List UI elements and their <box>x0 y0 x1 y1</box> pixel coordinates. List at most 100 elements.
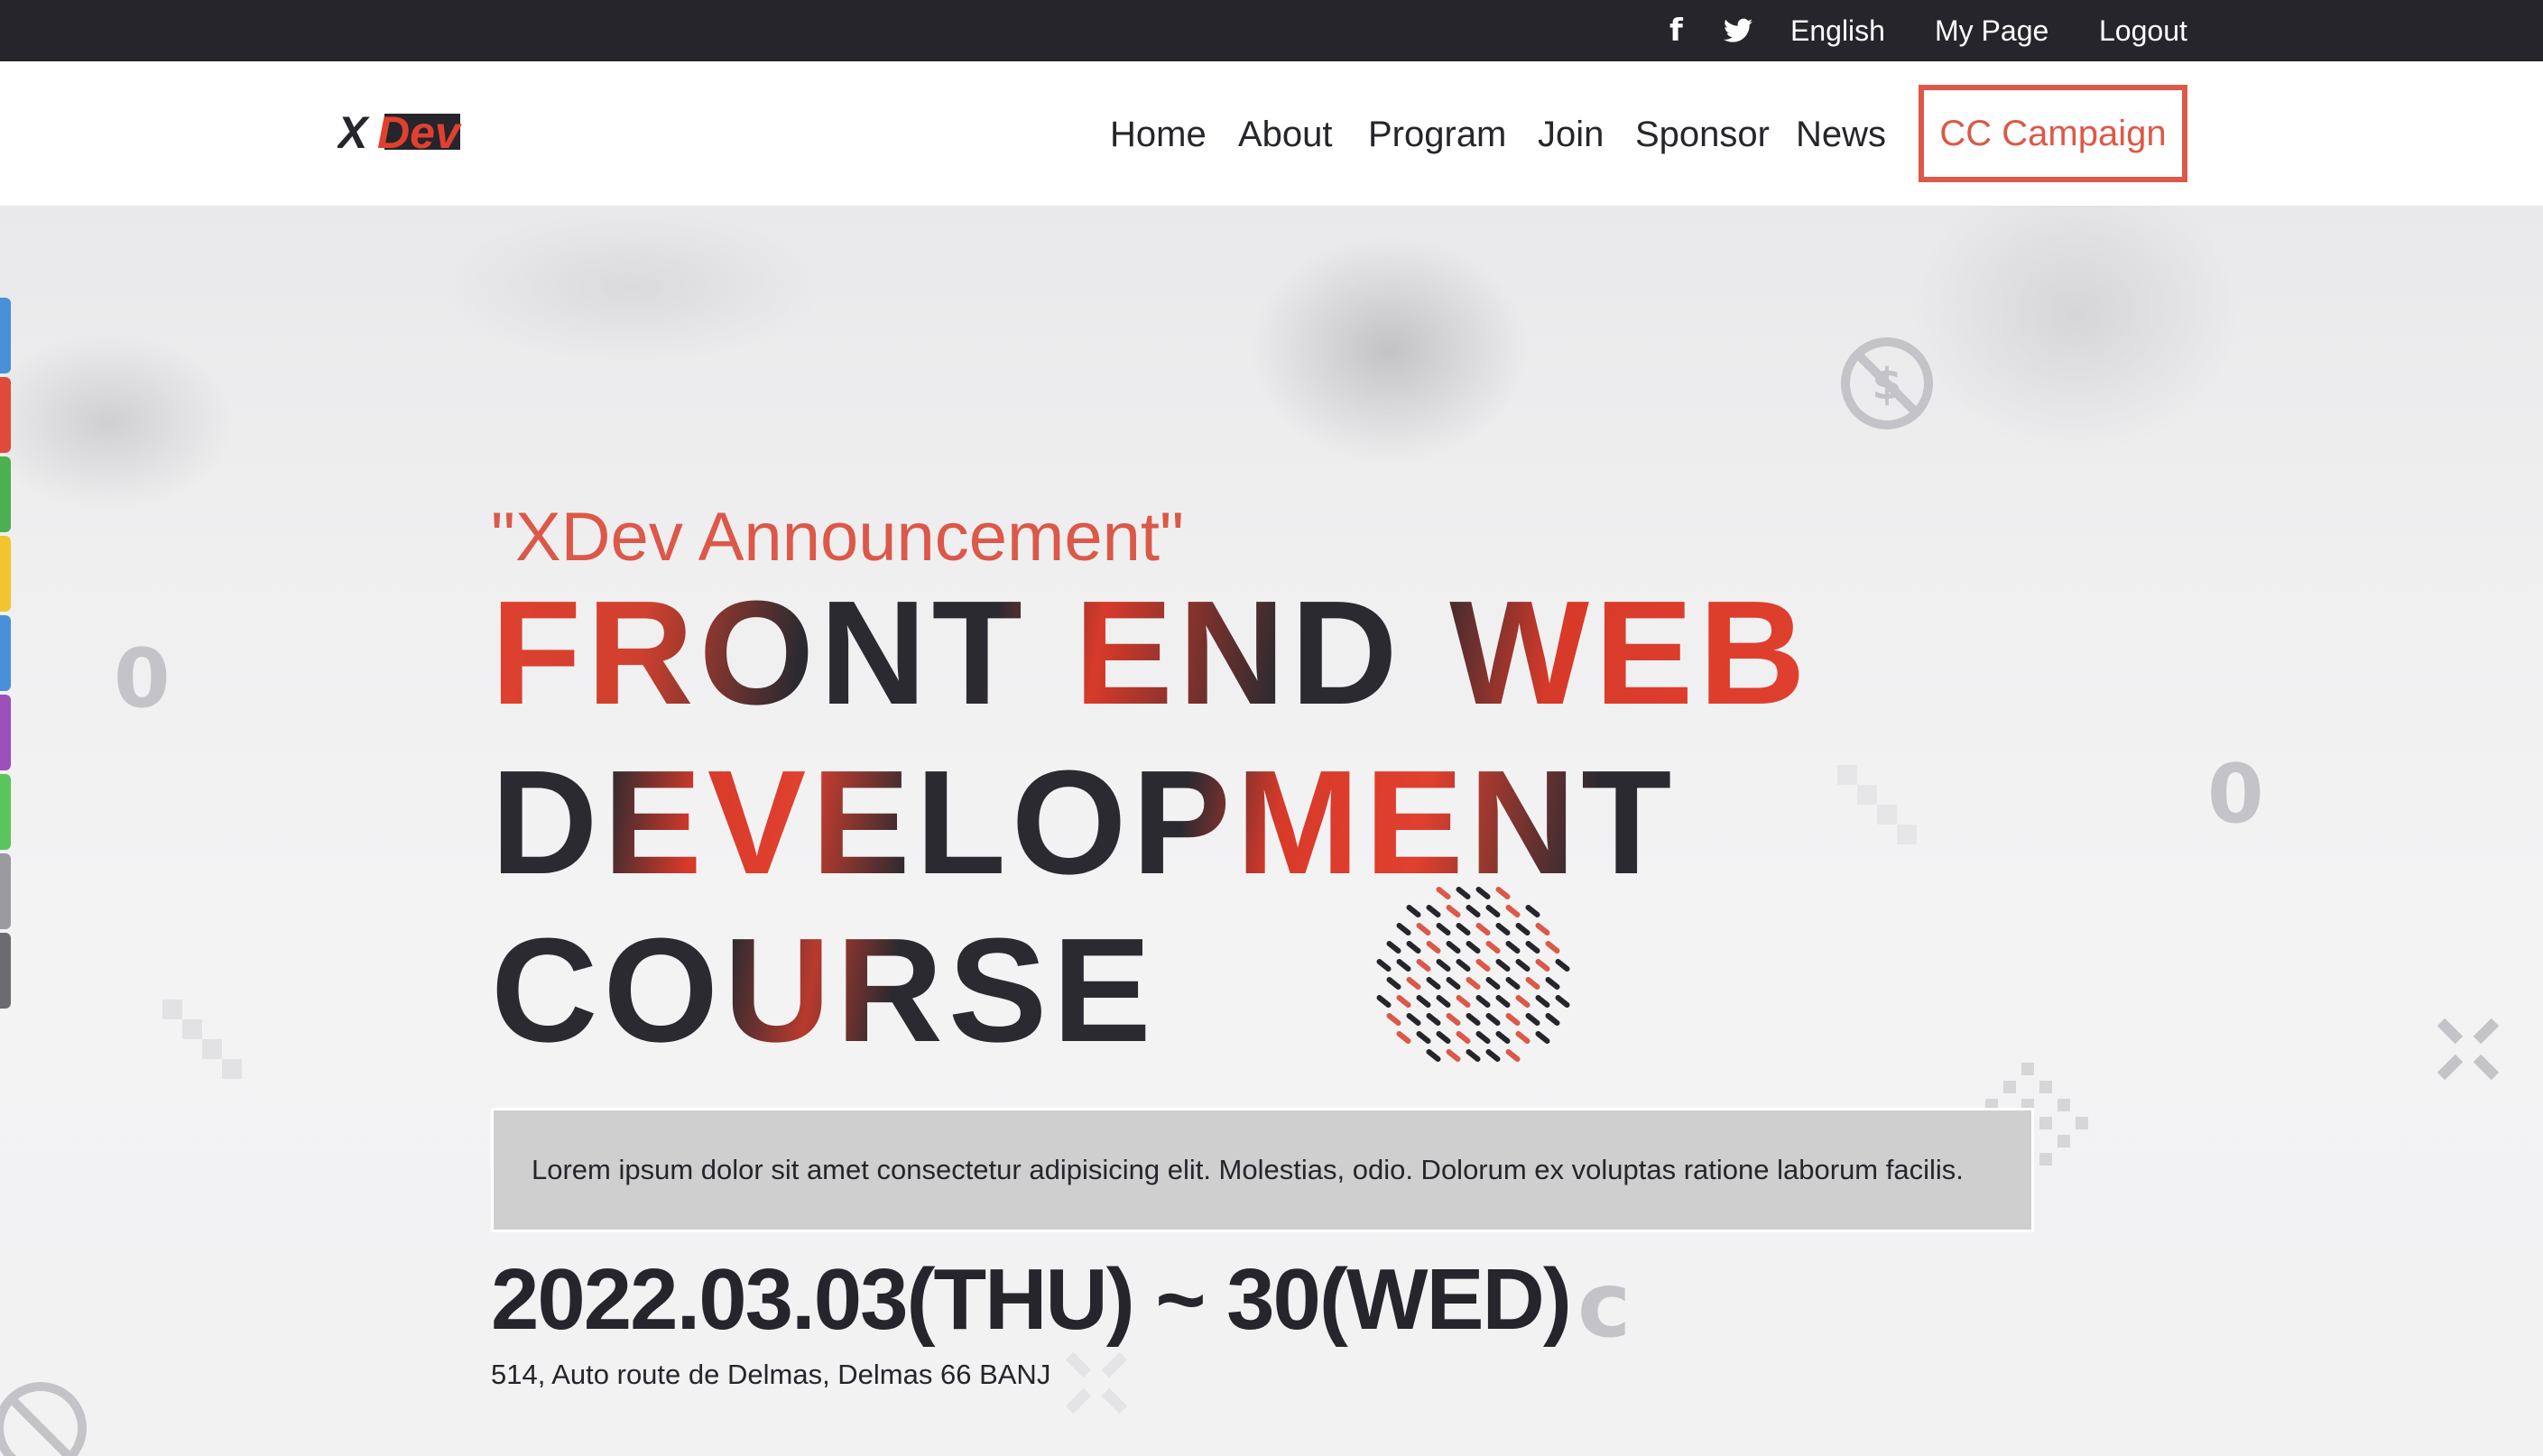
dot-pattern-dash <box>1456 1031 1471 1044</box>
hero-title-line: DEVELOPMENT <box>491 740 1678 905</box>
hero-background-photo <box>0 206 2543 530</box>
dot-pattern-dash <box>1495 923 1511 935</box>
dot-pattern-dash <box>1505 905 1521 917</box>
twitter-icon[interactable] <box>1724 0 1752 61</box>
dot-pattern-dash <box>1485 1013 1501 1026</box>
dot-pattern-dash <box>1505 941 1521 954</box>
dot-pattern-dash <box>1456 995 1471 1008</box>
side-tab[interactable] <box>0 298 11 373</box>
dot-pattern-dash <box>1396 923 1411 935</box>
nav-home[interactable]: Home <box>1110 108 1207 161</box>
nav-news[interactable]: News <box>1796 108 1886 161</box>
svg-text:Dev: Dev <box>377 107 463 157</box>
side-tab[interactable] <box>0 853 11 929</box>
nav-program[interactable]: Program <box>1368 108 1506 161</box>
cc-campaign-button[interactable]: CC Campaign <box>1919 85 2187 182</box>
dot-pattern-dash <box>1456 887 1471 899</box>
dot-pattern-dash <box>1515 959 1530 972</box>
nav-about[interactable]: About <box>1238 108 1333 161</box>
dot-pattern-dash <box>1535 1031 1550 1044</box>
dot-pattern-dash <box>1485 905 1501 917</box>
dot-pattern-dash <box>1466 1049 1481 1062</box>
top-utility-bar: f English My Page Logout <box>0 0 2543 61</box>
dot-pattern-dash <box>1485 977 1501 990</box>
side-tab[interactable] <box>0 615 11 691</box>
dot-pattern-dash <box>1376 959 1392 972</box>
dot-pattern-dash <box>1436 923 1451 935</box>
my-page-link[interactable]: My Page <box>1935 0 2048 61</box>
announcement-label: "XDev Announcement" <box>491 499 1184 576</box>
dot-pattern-dash <box>1525 977 1540 990</box>
dot-pattern-dash <box>1426 905 1441 917</box>
dot-pattern-dash <box>1545 1013 1560 1026</box>
side-tab[interactable] <box>0 377 11 453</box>
side-color-tabs <box>0 298 11 1012</box>
pixel-steps-icon <box>1837 765 1917 844</box>
course-date: 2022.03.03(THU) ~ 30(WED) <box>491 1251 1572 1348</box>
dot-pattern-dash <box>1406 1013 1421 1026</box>
dot-pattern-dash <box>1416 923 1431 935</box>
dot-pattern-dash <box>1446 905 1461 917</box>
dot-pattern-dash <box>1525 1013 1540 1026</box>
dot-pattern-circle-icon <box>1376 887 1570 1062</box>
dot-pattern-dash <box>1416 995 1431 1008</box>
dot-pattern-dash <box>1525 941 1540 954</box>
dot-pattern-dash <box>1535 923 1550 935</box>
dot-pattern-dash <box>1446 1049 1461 1062</box>
dot-pattern-dash <box>1515 1031 1530 1044</box>
dot-pattern-dash <box>1495 995 1511 1008</box>
logout-link[interactable]: Logout <box>2099 0 2187 61</box>
dot-pattern-dash <box>1535 995 1550 1008</box>
dot-pattern-dash <box>1535 959 1550 972</box>
x-mark-icon <box>2437 1018 2500 1081</box>
side-tab[interactable] <box>0 456 11 532</box>
dot-pattern-dash <box>1446 977 1461 990</box>
dot-pattern-dash <box>1485 941 1501 954</box>
side-tab[interactable] <box>0 695 11 770</box>
x-mark-icon <box>1065 1351 1128 1415</box>
dot-pattern-dash <box>1505 1013 1521 1026</box>
hero-title-line: COURSE <box>491 908 1157 1073</box>
dot-pattern-dash <box>1456 923 1471 935</box>
dot-pattern-dash <box>1475 995 1491 1008</box>
dot-pattern-dash <box>1396 1031 1411 1044</box>
dot-pattern-dash <box>1426 977 1441 990</box>
dot-pattern-dash <box>1495 887 1511 899</box>
nav-join[interactable]: Join <box>1538 108 1604 161</box>
hero-title-line: FRONT END WEB <box>491 570 1811 735</box>
dot-pattern-dash <box>1426 1049 1441 1062</box>
pixel-steps-icon <box>162 1000 242 1079</box>
zero-glyph-icon: 0 <box>2207 747 2264 842</box>
dot-pattern-dash <box>1485 1049 1501 1062</box>
dot-pattern-dash <box>1475 923 1491 935</box>
dot-pattern-dash <box>1466 1013 1481 1026</box>
dot-pattern-dash <box>1495 1031 1511 1044</box>
dot-pattern-dash <box>1545 941 1560 954</box>
dot-pattern-dash <box>1515 995 1530 1008</box>
dot-pattern-dash <box>1426 1013 1441 1026</box>
dot-pattern-dash <box>1475 959 1491 972</box>
dot-pattern-dash <box>1505 977 1521 990</box>
xdev-logo[interactable]: X Dev <box>338 106 464 157</box>
course-address: 514, Auto route de Delmas, Delmas 66 BAN… <box>491 1359 1051 1390</box>
side-tab[interactable] <box>0 536 11 612</box>
svg-text:X: X <box>338 107 370 157</box>
side-tab[interactable] <box>0 933 11 1009</box>
nav-sponsor[interactable]: Sponsor <box>1635 108 1770 161</box>
dot-pattern-dash <box>1396 995 1411 1008</box>
dot-pattern-dash <box>1466 941 1481 954</box>
dot-pattern-dash <box>1545 977 1560 990</box>
side-tab[interactable] <box>0 774 11 850</box>
facebook-icon[interactable]: f <box>1669 0 1683 61</box>
dot-pattern-dash <box>1436 887 1451 899</box>
dot-pattern-dash <box>1475 1031 1491 1044</box>
dot-pattern-dash <box>1416 1031 1431 1044</box>
dot-pattern-dash <box>1436 995 1451 1008</box>
dot-pattern-dash <box>1555 995 1570 1008</box>
dot-pattern-dash <box>1515 923 1530 935</box>
svg-text:$: $ <box>1872 359 1901 410</box>
dot-pattern-dash <box>1406 905 1421 917</box>
dot-pattern-dash <box>1376 995 1392 1008</box>
dot-pattern-dash <box>1386 941 1401 954</box>
language-link[interactable]: English <box>1790 0 1885 61</box>
